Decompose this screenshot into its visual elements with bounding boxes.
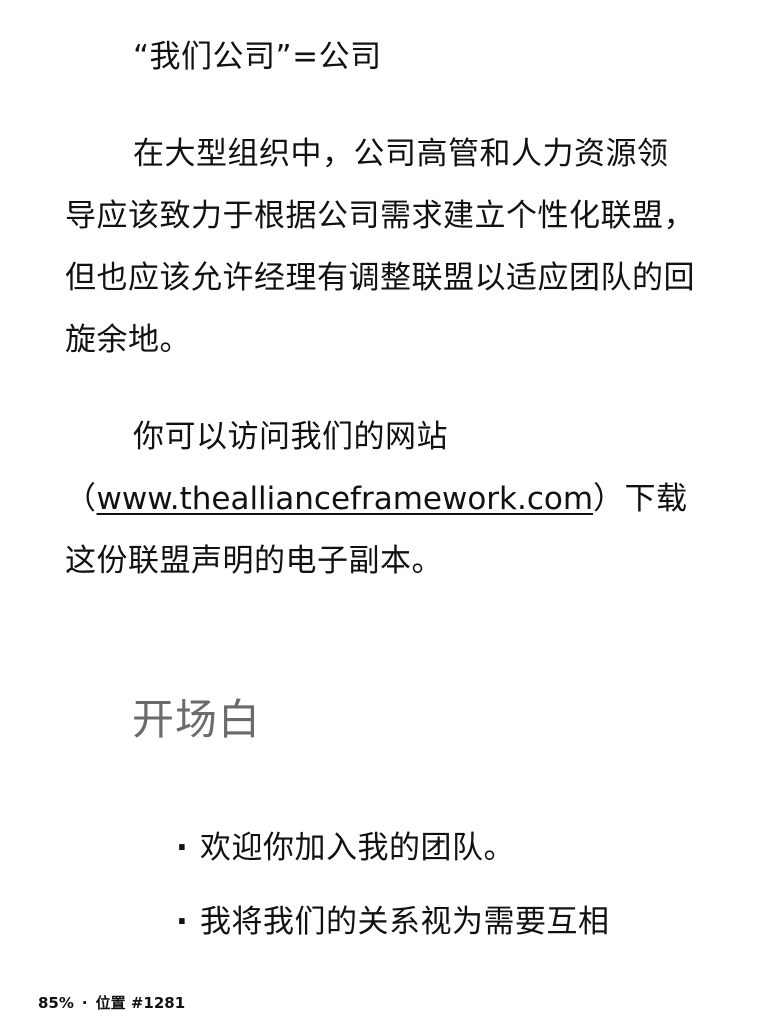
paragraph-large-organizations: 在大型组织中，公司高管和人力资源领导应该致力于根据公司需求建立个性化联盟，但也应…: [65, 136, 695, 358]
reader-page[interactable]: “我们公司”=公司 在大型组织中，公司高管和人力资源领导应该致力于根据公司需求建…: [0, 0, 758, 1024]
bullet-marker: ·: [176, 904, 189, 940]
reading-progress: 85%: [38, 994, 74, 1012]
website-link[interactable]: www.theallianceframework.com: [97, 481, 594, 517]
paragraph-company-definition: “我们公司”=公司: [133, 39, 382, 75]
section-heading-opening: 开场白: [132, 695, 262, 744]
bullet-item-relationship: · 我将我们的关系视为需要互相: [176, 885, 736, 959]
paragraph-website-download: 你可以访问我们的网站（www.theallianceframework.com）…: [65, 406, 697, 592]
status-separator: ·: [81, 994, 88, 1012]
bullet-text: 欢迎你加入我的团队。: [200, 830, 515, 866]
bullet-item-welcome: · 欢迎你加入我的团队。: [176, 811, 736, 885]
reading-status-bar[interactable]: 85% · 位置 #1281: [38, 992, 185, 1014]
bullet-text: 我将我们的关系视为需要互相: [200, 904, 610, 940]
reading-location: 位置 #1281: [95, 994, 186, 1012]
bullet-marker: ·: [176, 830, 189, 866]
opening-bullet-list: · 欢迎你加入我的团队。 · 我将我们的关系视为需要互相: [176, 811, 736, 959]
